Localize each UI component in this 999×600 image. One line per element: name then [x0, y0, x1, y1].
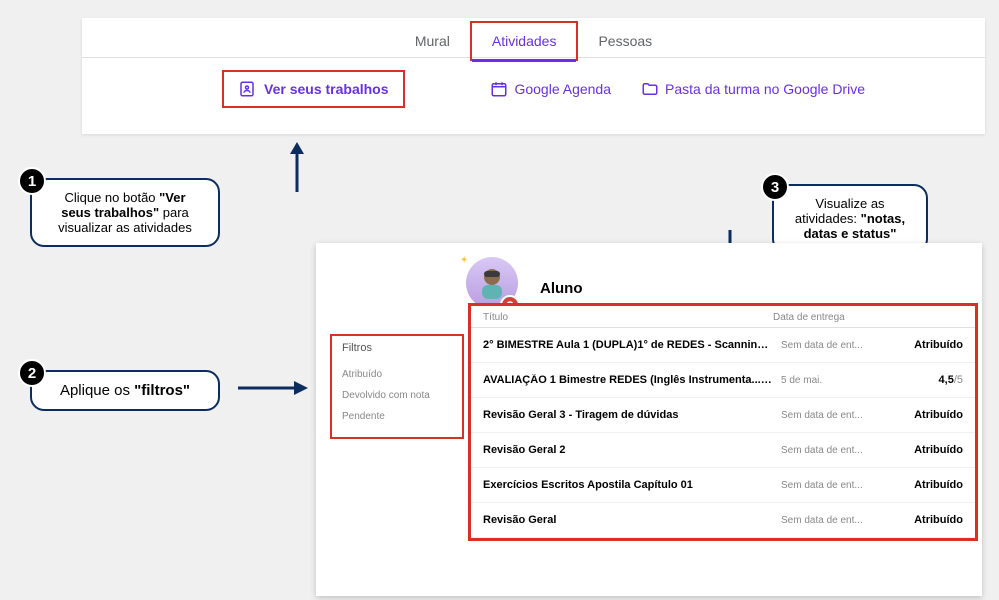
folder-icon — [641, 80, 659, 98]
row-date: Sem data de ent... — [773, 515, 893, 526]
table-row[interactable]: AVALIAÇÃO 1 Bimestre REDES (Inglês Instr… — [471, 363, 975, 398]
student-name: Aluno — [540, 280, 583, 297]
google-agenda-label: Google Agenda — [514, 81, 611, 97]
view-works-label: Ver seus trabalhos — [264, 81, 389, 97]
callout-1: Clique no botão "Ver seus trabalhos" par… — [30, 178, 220, 247]
table-row[interactable]: 2° BIMESTRE Aula 1 (DUPLA)1° de REDES - … — [471, 328, 975, 363]
row-date: Sem data de ent... — [773, 410, 893, 421]
row-status: Atribuído — [893, 339, 963, 351]
step-badge-1: 1 — [18, 167, 46, 195]
google-agenda-link[interactable]: Google Agenda — [490, 80, 611, 98]
filters-panel: Filtros Atribuído Devolvido com nota Pen… — [330, 334, 464, 439]
view-works-button[interactable]: Ver seus trabalhos — [222, 70, 405, 108]
table-row[interactable]: Revisão GeralSem data de ent...Atribuído — [471, 503, 975, 538]
tab-mural[interactable]: Mural — [395, 23, 470, 59]
row-status: Atribuído — [893, 479, 963, 491]
arrow-1 — [287, 142, 307, 192]
callout-2: Aplique os "filtros" — [30, 370, 220, 411]
table-row[interactable]: Revisão Geral 3 - Tiragem de dúvidasSem … — [471, 398, 975, 433]
row-date: Sem data de ent... — [773, 445, 893, 456]
drive-folder-label: Pasta da turma no Google Drive — [665, 81, 865, 97]
filter-devolvido[interactable]: Devolvido com nota — [342, 385, 452, 406]
row-date: Sem data de ent... — [773, 340, 893, 351]
row-title: Revisão Geral 3 - Tiragem de dúvidas — [483, 409, 773, 421]
table-row[interactable]: Revisão Geral 2Sem data de ent...Atribuí… — [471, 433, 975, 468]
row-status: 4,5/5 — [893, 374, 963, 386]
row-date: Sem data de ent... — [773, 480, 893, 491]
callout-2-bold: "filtros" — [134, 382, 190, 399]
attachment-icons: 7 2 — [765, 374, 773, 384]
row-title: Exercícios Escritos Apostila Capítulo 01 — [483, 479, 773, 491]
drive-folder-link[interactable]: Pasta da turma no Google Drive — [641, 80, 865, 98]
row-title: Revisão Geral 2 — [483, 444, 773, 456]
assignments-table: Título Data de entrega 2° BIMESTRE Aula … — [468, 303, 978, 541]
table-row[interactable]: Exercícios Escritos Apostila Capítulo 01… — [471, 468, 975, 503]
step-badge-2: 2 — [18, 359, 46, 387]
step-badge-3: 3 — [761, 173, 789, 201]
row-title: Revisão Geral — [483, 514, 773, 526]
links-row: Ver seus trabalhos Google Agenda Pasta d… — [82, 58, 985, 120]
row-status: Atribuído — [893, 514, 963, 526]
row-title: AVALIAÇÃO 1 Bimestre REDES (Inglês Instr… — [483, 374, 773, 386]
row-status: Atribuído — [893, 444, 963, 456]
classroom-header: Mural Atividades Pessoas Ver seus trabal… — [82, 18, 985, 134]
row-date: 5 de mai. — [773, 375, 893, 386]
assignment-person-icon — [238, 80, 256, 98]
callout-1-pre: Clique no botão — [64, 190, 159, 205]
row-title: 2° BIMESTRE Aula 1 (DUPLA)1° de REDES - … — [483, 339, 773, 351]
row-status: Atribuído — [893, 409, 963, 421]
sparkle-icon: ✦ — [460, 255, 468, 266]
header-date: Data de entrega — [773, 312, 893, 323]
filter-atribuido[interactable]: Atribuído — [342, 364, 452, 385]
callout-2-pre: Aplique os — [60, 382, 134, 399]
tab-atividades[interactable]: Atividades — [470, 21, 579, 61]
header-title: Título — [483, 312, 773, 323]
calendar-icon — [490, 80, 508, 98]
arrow-2 — [238, 378, 308, 398]
table-header: Título Data de entrega — [471, 306, 975, 328]
tab-pessoas[interactable]: Pessoas — [578, 23, 672, 59]
filter-pendente[interactable]: Pendente — [342, 406, 452, 427]
filters-title: Filtros — [342, 342, 452, 354]
tabs: Mural Atividades Pessoas — [82, 18, 985, 58]
